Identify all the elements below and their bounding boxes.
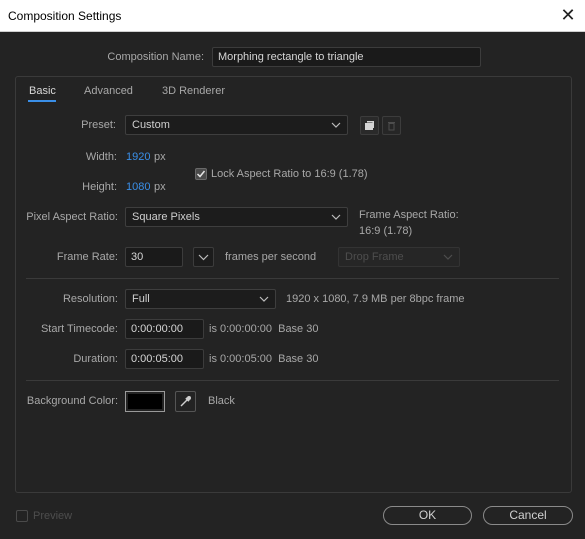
frame-rate-dropdown[interactable] [193, 247, 214, 267]
cancel-button[interactable]: Cancel [483, 506, 573, 525]
eyedropper-button[interactable] [175, 391, 196, 412]
ok-button[interactable]: OK [383, 506, 472, 525]
delete-preset-button[interactable] [382, 116, 401, 135]
drop-frame-value: Drop Frame [345, 251, 404, 263]
background-color-label: Background Color: [26, 395, 118, 407]
drop-frame-dropdown[interactable]: Drop Frame [338, 247, 460, 267]
height-value[interactable]: 1080 [126, 181, 150, 193]
duration-info: is 0:00:05:00 Base 30 [209, 353, 319, 365]
preset-dropdown[interactable]: Custom [125, 115, 348, 135]
divider [26, 380, 559, 381]
width-label: Width: [85, 151, 117, 163]
checkmark-icon [196, 170, 206, 178]
preset-label: Preset: [81, 119, 116, 131]
divider [26, 278, 559, 279]
preview-label[interactable]: Preview [33, 510, 72, 522]
lock-aspect-label[interactable]: Lock Aspect Ratio to 16:9 (1.78) [211, 168, 368, 180]
start-timecode-input[interactable]: 0:00:00:00 [125, 319, 204, 339]
chevron-down-icon [331, 214, 341, 220]
chevron-down-icon [198, 254, 209, 261]
tab-3d-renderer[interactable]: 3D Renderer [162, 85, 225, 97]
resolution-label: Resolution: [62, 293, 118, 305]
title-bar: Composition Settings ✕ [0, 0, 585, 32]
height-unit: px [154, 181, 166, 193]
frame-rate-label: Frame Rate: [56, 251, 118, 263]
preset-value: Custom [132, 119, 170, 131]
background-color-swatch[interactable] [125, 391, 165, 412]
width-value[interactable]: 1920 [126, 151, 150, 163]
width-unit: px [154, 151, 166, 163]
trash-icon [388, 122, 395, 131]
start-timecode-info: is 0:00:00:00 Base 30 [209, 323, 319, 335]
close-icon[interactable]: ✕ [551, 0, 585, 32]
lock-aspect-checkbox[interactable] [195, 168, 207, 180]
settings-panel [15, 76, 572, 493]
duration-label: Duration: [73, 353, 118, 365]
chevron-down-icon [443, 254, 453, 260]
active-tab-indicator [28, 100, 56, 102]
resolution-dropdown[interactable]: Full [125, 289, 276, 309]
frame-rate-input[interactable]: 30 [125, 247, 183, 267]
frame-aspect-value: 16:9 (1.78) [359, 225, 413, 237]
resolution-info: 1920 x 1080, 7.9 MB per 8bpc frame [286, 293, 465, 305]
frame-rate-unit: frames per second [225, 251, 317, 263]
window-title: Composition Settings [8, 9, 122, 23]
composition-name-input[interactable]: Morphing rectangle to triangle [212, 47, 481, 67]
chevron-down-icon [259, 296, 269, 302]
chevron-down-icon [331, 122, 341, 128]
start-timecode-label: Start Timecode: [40, 323, 118, 335]
save-preset-icon [365, 121, 374, 130]
composition-name-label: Composition Name: [107, 51, 204, 63]
frame-aspect-label: Frame Aspect Ratio: [359, 209, 459, 221]
save-preset-button[interactable] [360, 116, 379, 135]
tab-advanced[interactable]: Advanced [84, 85, 133, 97]
eyedropper-icon [180, 396, 191, 407]
tab-basic[interactable]: Basic [29, 85, 56, 97]
resolution-value: Full [132, 293, 150, 305]
pixel-aspect-dropdown[interactable]: Square Pixels [125, 207, 348, 227]
pixel-aspect-label: Pixel Aspect Ratio: [26, 211, 118, 223]
duration-input[interactable]: 0:00:05:00 [125, 349, 204, 369]
background-color-name: Black [208, 395, 235, 407]
color-swatch-fill [128, 394, 162, 409]
height-label: Height: [82, 181, 117, 193]
pixel-aspect-value: Square Pixels [132, 211, 200, 223]
preview-checkbox[interactable] [16, 510, 28, 522]
